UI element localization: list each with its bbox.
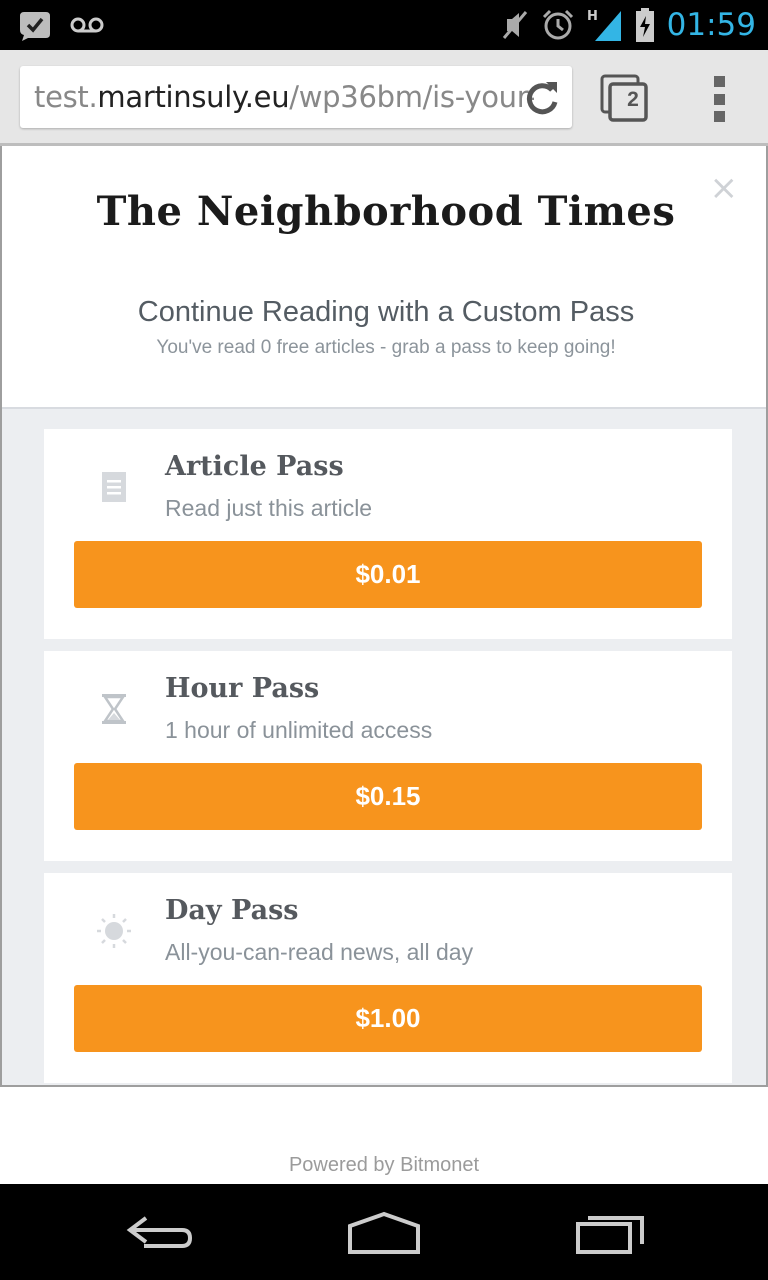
voicemail-icon	[70, 17, 104, 33]
reload-icon[interactable]	[522, 78, 562, 118]
address-bar[interactable]: test.martinsuly.eu/wp36bm/is-your-	[20, 66, 572, 128]
pass-title: Article Pass	[165, 451, 344, 482]
buy-article-pass-button[interactable]: $0.01	[74, 541, 702, 608]
pass-title: Day Pass	[165, 895, 299, 926]
hour-pass-card: Hour Pass 1 hour of unlimited access $0.…	[44, 651, 732, 861]
pass-description: Read just this article	[165, 495, 373, 521]
tabs-button[interactable]: 2	[600, 74, 648, 122]
back-icon[interactable]	[124, 1210, 196, 1256]
hspa-signal-icon: H	[587, 9, 621, 41]
status-bar: H 01:59	[0, 0, 768, 50]
modal-subline: You've read 0 free articles - grab a pas…	[156, 337, 616, 358]
navigation-bar	[0, 1184, 768, 1280]
mute-icon	[502, 11, 527, 39]
buy-day-pass-button[interactable]: $1.00	[74, 985, 702, 1052]
article-pass-card: Article Pass Read just this article $0.0…	[44, 429, 732, 639]
document-icon	[102, 472, 126, 502]
home-icon[interactable]	[346, 1210, 422, 1256]
url-text[interactable]: test.martinsuly.eu/wp36bm/is-your-	[34, 80, 534, 114]
paywall-modal: × The Neighborhood Times Continue Readin…	[0, 146, 768, 1087]
overflow-menu-icon[interactable]	[712, 76, 726, 122]
recent-apps-icon[interactable]	[574, 1210, 646, 1256]
pass-description: All-you-can-read news, all day	[165, 939, 474, 965]
browser-toolbar: test.martinsuly.eu/wp36bm/is-your- 2	[0, 50, 768, 146]
battery-charging-icon	[635, 8, 654, 42]
svg-text:H: H	[587, 9, 598, 24]
hourglass-icon	[102, 694, 126, 724]
pass-title: Hour Pass	[165, 673, 320, 704]
pass-list: Article Pass Read just this article $0.0…	[2, 409, 766, 1085]
pass-description: 1 hour of unlimited access	[165, 717, 433, 743]
url-prefix: test.	[34, 80, 98, 114]
bbm-check-icon	[20, 12, 50, 41]
modal-headline: Continue Reading with a Custom Pass	[137, 296, 635, 328]
day-pass-card: Day Pass All-you-can-read news, all day …	[44, 873, 732, 1083]
clock: 01:59	[666, 7, 756, 43]
site-logo: The Neighborhood Times	[96, 188, 676, 235]
powered-by-text: Powered by Bitmonet	[288, 1154, 480, 1176]
alarm-icon	[542, 9, 573, 40]
modal-header: × The Neighborhood Times Continue Readin…	[2, 146, 766, 409]
url-host: martinsuly.eu	[97, 80, 290, 114]
url-path: /wp36bm/is-your-	[289, 80, 534, 114]
buy-hour-pass-button[interactable]: $0.15	[74, 763, 702, 830]
tab-count: 2	[627, 88, 639, 111]
sun-icon	[97, 914, 131, 948]
web-page: × The Neighborhood Times Continue Readin…	[0, 146, 768, 1184]
